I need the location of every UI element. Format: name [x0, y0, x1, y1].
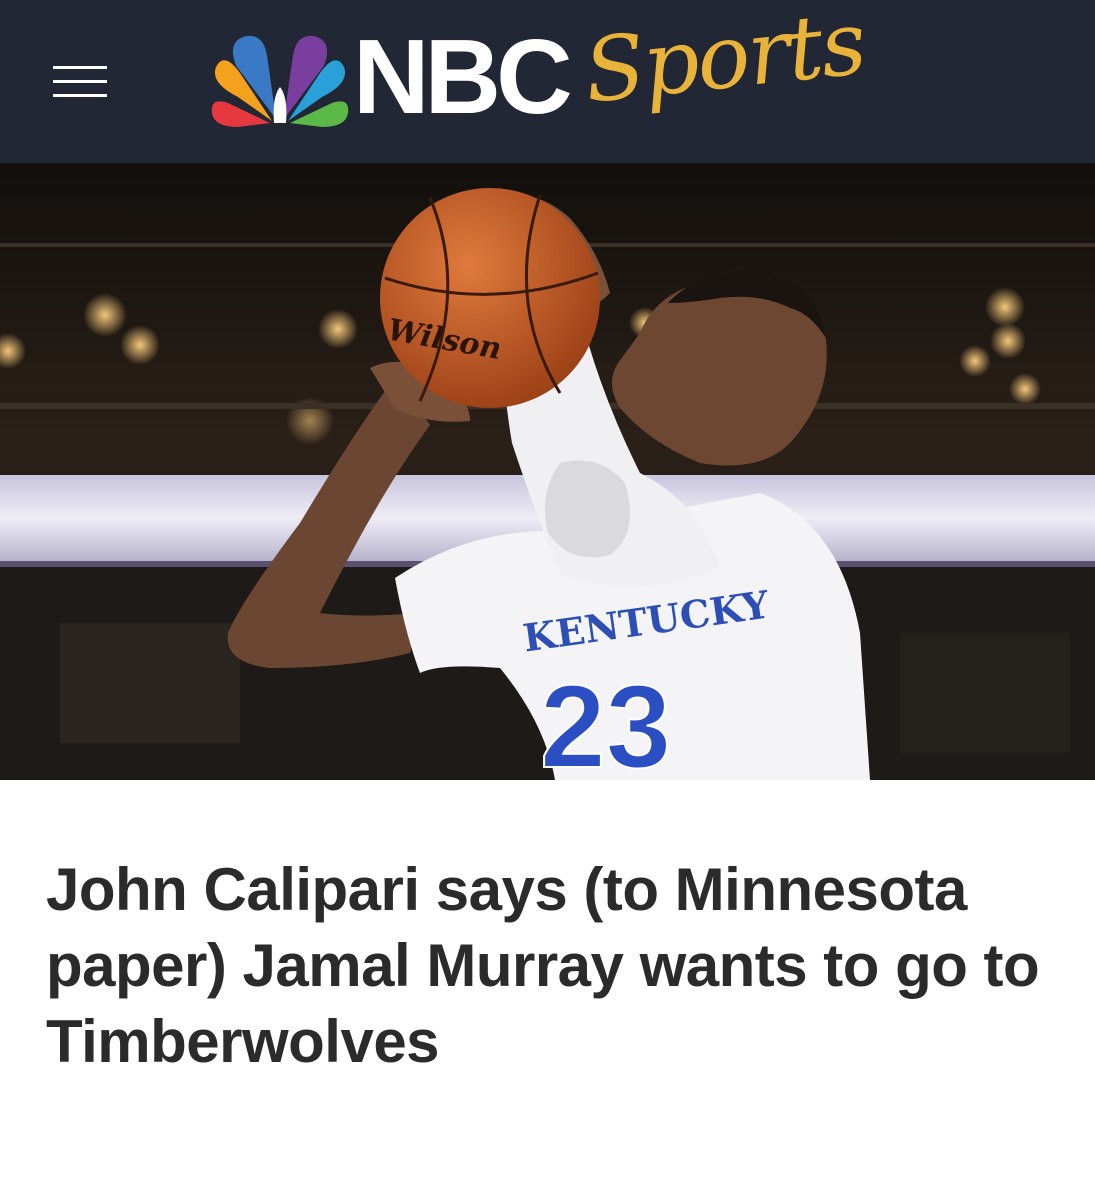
nbc-sports-logo[interactable]: NBC Sports [205, 0, 895, 142]
brand-suffix: Sports [579, 0, 869, 123]
brand-name: NBC [353, 18, 573, 136]
site-header: NBC Sports [0, 0, 1095, 163]
article-headline[interactable]: John Calipari says (to Minnesota paper) … [46, 852, 1046, 1080]
jersey-number: 23 [540, 661, 671, 780]
hamburger-menu-icon-bar [53, 80, 107, 83]
hamburger-menu-icon-bar [53, 94, 107, 97]
menu-button[interactable] [50, 62, 110, 102]
basketball: Wilson [380, 188, 600, 408]
hamburger-menu-icon [53, 66, 107, 69]
basketball-player-photo: KENTUCKY 23 Wilson [0, 163, 1095, 780]
peacock-logo-icon [211, 35, 349, 127]
hero-image: KENTUCKY 23 Wilson [0, 163, 1095, 780]
